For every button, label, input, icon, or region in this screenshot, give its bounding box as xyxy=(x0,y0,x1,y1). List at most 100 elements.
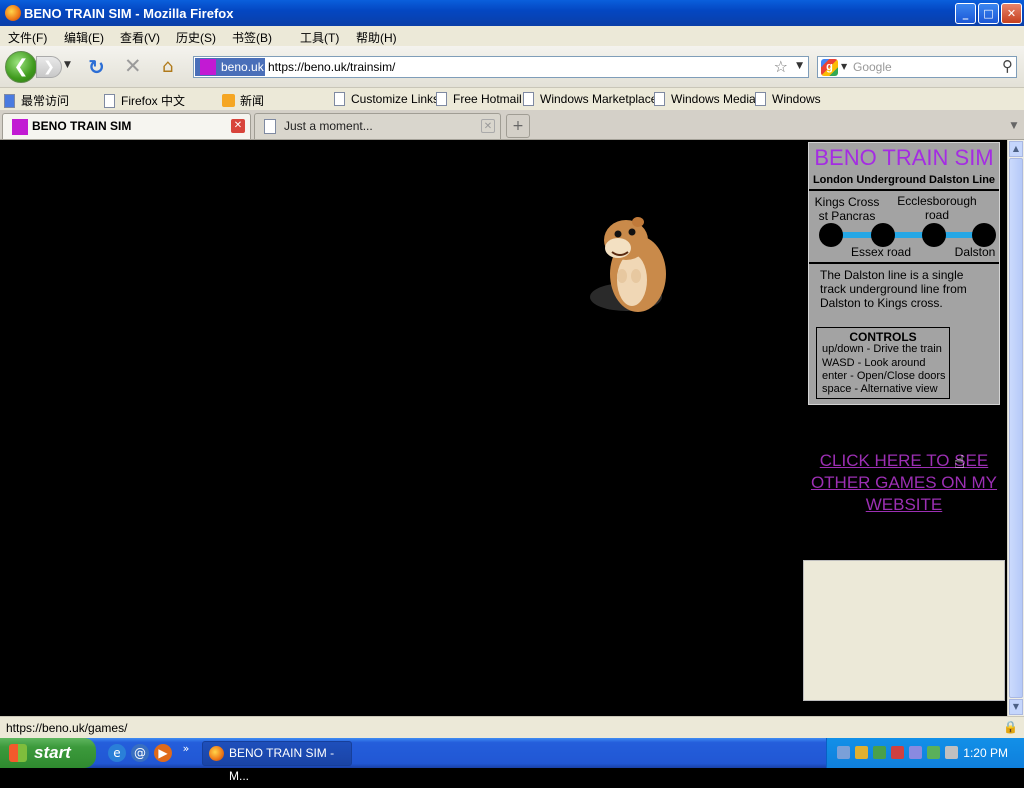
window-title-bar[interactable]: BENO TRAIN SIM - Mozilla Firefox _ □ ✕ xyxy=(0,0,1024,26)
firefox-icon xyxy=(209,746,224,761)
control-doors: enter - Open/Close doors xyxy=(822,370,946,382)
tab-label: Just a moment... xyxy=(284,119,373,133)
scroll-up-icon[interactable]: ▲ xyxy=(1009,141,1023,157)
forward-button[interactable]: ❯ xyxy=(36,56,62,78)
search-input[interactable]: Google xyxy=(853,60,892,74)
volume-icon[interactable] xyxy=(909,746,922,759)
station-dot xyxy=(819,223,843,247)
minimize-button[interactable]: _ xyxy=(955,3,976,24)
page-subtitle: London Underground Dalston Line xyxy=(812,174,996,186)
bookmark-news[interactable]: 新闻 xyxy=(222,92,264,109)
bookmark-windows-media[interactable]: Windows Media xyxy=(654,92,756,106)
station-kings-cross-label: Kings Cross st Pancras xyxy=(814,195,880,223)
control-drive: up/down - Drive the train xyxy=(822,343,942,355)
start-button[interactable]: start xyxy=(0,738,96,768)
quicklaunch-more-icon[interactable]: » xyxy=(177,740,195,758)
tab-label: BENO TRAIN SIM xyxy=(32,119,132,133)
bookmark-most-visited[interactable]: 最常访问 xyxy=(4,92,69,109)
url-text[interactable]: https://beno.uk/trainsim/ xyxy=(268,60,395,74)
arrow-icon[interactable] xyxy=(837,746,850,759)
site-identity-button[interactable]: beno.uk xyxy=(195,58,265,76)
address-bar[interactable]: beno.uk https://beno.uk/trainsim/ ☆ ▼ xyxy=(193,56,809,78)
menu-file[interactable]: 文件(F) xyxy=(8,29,47,46)
history-dropdown-icon[interactable]: ▼ xyxy=(64,60,71,70)
security-shield-icon[interactable] xyxy=(891,746,904,759)
home-icon[interactable]: ⌂ xyxy=(162,56,173,77)
menu-view[interactable]: 查看(V) xyxy=(120,29,160,46)
new-tab-button[interactable]: + xyxy=(506,114,530,138)
ie-icon[interactable]: e xyxy=(108,744,126,762)
windows-flag-icon xyxy=(9,744,27,762)
close-tab-icon[interactable]: ✕ xyxy=(231,119,245,133)
google-engine-icon[interactable]: g xyxy=(821,59,838,76)
arrow-right-icon: ❯ xyxy=(43,59,55,75)
page-icon xyxy=(654,92,665,106)
status-text: https://beno.uk/games/ xyxy=(6,721,128,735)
url-dropdown-icon[interactable]: ▼ xyxy=(796,61,803,71)
window-title: BENO TRAIN SIM - Mozilla Firefox xyxy=(24,6,234,21)
reload-icon[interactable]: ↻ xyxy=(88,55,105,79)
bookmark-windows-marketplace[interactable]: Windows Marketplace xyxy=(523,92,657,106)
arrow-left-icon: ❮ xyxy=(13,56,29,77)
line-description: The Dalston line is a single track under… xyxy=(820,268,967,310)
menu-help[interactable]: 帮助(H) xyxy=(356,29,397,46)
menu-bookmarks[interactable]: 书签(B) xyxy=(232,29,272,46)
page-icon xyxy=(334,92,345,106)
divider xyxy=(809,189,999,191)
other-games-link[interactable]: CLICK HERE TO SEE OTHER GAMES ON MY WEBS… xyxy=(808,450,1000,516)
scrollbar-thumb[interactable] xyxy=(1009,158,1023,698)
station-ecclesborough-label: Ecclesborough road xyxy=(897,194,977,222)
tray-misc-icon[interactable] xyxy=(945,746,958,759)
maximize-button[interactable]: □ xyxy=(978,3,999,24)
page-icon xyxy=(755,92,766,106)
update-icon[interactable] xyxy=(927,746,940,759)
network-icon[interactable] xyxy=(873,746,886,759)
site-favicon-icon xyxy=(200,59,216,75)
site-favicon-icon xyxy=(12,119,28,135)
firefox-icon xyxy=(5,5,21,21)
menu-bar: 文件(F) 编辑(E) 查看(V) 历史(S) 书签(B) 工具(T) 帮助(H… xyxy=(0,26,1024,46)
controls-box: CONTROLS up/down - Drive the train WASD … xyxy=(816,327,950,399)
page-title: BENO TRAIN SIM xyxy=(814,145,994,170)
menu-history[interactable]: 历史(S) xyxy=(176,29,216,46)
close-tab-icon[interactable]: ✕ xyxy=(481,119,495,133)
scroll-down-icon[interactable]: ▼ xyxy=(1009,699,1023,715)
engine-dropdown-icon[interactable]: ▼ xyxy=(841,62,847,71)
taskbar-item-firefox[interactable]: BENO TRAIN SIM - M... xyxy=(202,741,352,783)
windows-taskbar: start e @ ▶ » BENO TRAIN SIM - M... 1:20… xyxy=(0,738,1024,783)
media-player-icon[interactable]: ▶ xyxy=(154,744,172,762)
bookmark-free-hotmail[interactable]: Free Hotmail xyxy=(436,92,522,106)
search-bar[interactable]: g ▼ Google ⚲ xyxy=(817,56,1017,78)
menu-tools[interactable]: 工具(T) xyxy=(300,29,339,46)
magnifier-icon[interactable]: ⚲ xyxy=(1002,57,1013,75)
navigation-toolbar: ❮ ❯ ▼ ↻ ✕ ⌂ beno.uk https://beno.uk/trai… xyxy=(0,46,1024,88)
bookmark-windows[interactable]: Windows xyxy=(755,92,821,106)
control-view: space - Alternative view xyxy=(822,383,938,395)
bookmarks-toolbar: 最常访问 Firefox 中文 新闻 Customize Links Free … xyxy=(0,88,1024,110)
stop-icon[interactable]: ✕ xyxy=(124,54,142,78)
page-icon xyxy=(104,94,115,108)
star-icon[interactable]: ☆ xyxy=(774,57,788,76)
tab-beno-train-sim[interactable]: BENO TRAIN SIM ✕ xyxy=(2,113,251,139)
site-identity-label: beno.uk xyxy=(221,60,264,74)
vertical-scrollbar[interactable]: ▲ ▼ xyxy=(1007,140,1024,716)
tab-list-dropdown-icon[interactable]: ▼ xyxy=(1007,114,1021,138)
info-panel: BENO TRAIN SIM London Underground Dalsto… xyxy=(808,142,1000,405)
taskbar-item-label: BENO TRAIN SIM - M... xyxy=(229,746,335,783)
bookmark-firefox[interactable]: Firefox 中文 xyxy=(104,92,185,109)
close-button[interactable]: ✕ xyxy=(1001,3,1022,24)
tab-bar: BENO TRAIN SIM ✕ Just a moment... ✕ + ▼ xyxy=(0,110,1024,140)
clock[interactable]: 1:20 PM xyxy=(963,746,1008,760)
menu-edit[interactable]: 编辑(E) xyxy=(64,29,104,46)
bookmark-customize-links[interactable]: Customize Links xyxy=(334,92,439,106)
page-viewport[interactable]: BENO TRAIN SIM London Underground Dalsto… xyxy=(0,140,1007,716)
back-button[interactable]: ❮ xyxy=(5,51,37,83)
page-icon xyxy=(264,119,276,134)
bookmark-icon xyxy=(4,94,15,108)
divider xyxy=(809,262,999,264)
tab-just-a-moment[interactable]: Just a moment... ✕ xyxy=(254,113,501,139)
outlook-icon[interactable]: @ xyxy=(131,744,149,762)
tray-app-icon[interactable] xyxy=(855,746,868,759)
lock-icon[interactable]: 🔒 xyxy=(1003,720,1018,734)
station-dot xyxy=(871,223,895,247)
